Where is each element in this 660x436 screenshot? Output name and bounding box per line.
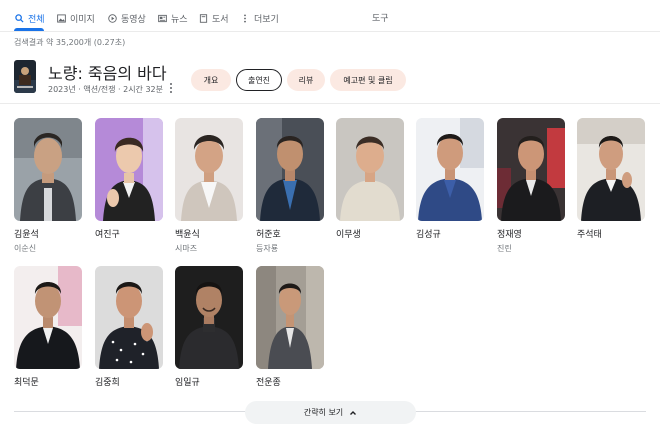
tab-books[interactable]: 도서 bbox=[198, 11, 229, 25]
actor-name: 김성규 bbox=[416, 230, 441, 240]
image-icon bbox=[56, 13, 66, 23]
actor-name: 허준호 bbox=[256, 230, 281, 240]
cast-card[interactable]: 김윤석 이순신 bbox=[14, 118, 82, 254]
tab-videos[interactable]: 동영상 bbox=[107, 11, 146, 25]
collapse-button[interactable]: 간략히 보기 bbox=[245, 401, 416, 424]
tab-news-label: 뉴스 bbox=[171, 14, 188, 25]
actor-name: 전운종 bbox=[256, 378, 281, 388]
more-options-icon[interactable] bbox=[168, 82, 174, 94]
chevron-up-icon bbox=[349, 409, 357, 417]
cast-card[interactable]: 김성규 bbox=[416, 118, 484, 243]
movie-meta: 2023년 · 액션/전쟁 · 2시간 32분 bbox=[48, 85, 164, 94]
actor-name: 정재영 bbox=[497, 230, 522, 240]
tools-button[interactable]: 도구 bbox=[372, 11, 389, 24]
tab-images[interactable]: 이미지 bbox=[56, 11, 95, 25]
actor-photo bbox=[497, 118, 565, 221]
cast-card[interactable]: 여진구 bbox=[95, 118, 163, 243]
cast-card[interactable]: 이무생 bbox=[336, 118, 404, 243]
video-icon bbox=[107, 13, 117, 23]
tab-images-label: 이미지 bbox=[70, 14, 95, 25]
actor-name: 임일규 bbox=[175, 378, 200, 388]
character-name: 등자룡 bbox=[256, 244, 279, 253]
cast-card[interactable]: 정재영 진린 bbox=[497, 118, 565, 254]
tab-all-label: 전체 bbox=[28, 14, 45, 25]
actor-name: 김중희 bbox=[95, 378, 120, 388]
tab-more-label: 더보기 bbox=[254, 14, 279, 25]
actor-name: 김윤석 bbox=[14, 230, 39, 240]
chip-trailers[interactable]: 예고편 및 클립 bbox=[330, 69, 406, 91]
character-name: 이순신 bbox=[14, 244, 37, 253]
tab-more[interactable]: 더보기 bbox=[240, 11, 279, 25]
actor-photo bbox=[14, 266, 82, 369]
actor-name: 백윤식 bbox=[175, 230, 200, 240]
tab-videos-label: 동영상 bbox=[121, 14, 146, 25]
cast-card[interactable]: 전운종 bbox=[256, 266, 324, 391]
book-icon bbox=[198, 13, 208, 23]
cast-card[interactable]: 임일규 bbox=[175, 266, 243, 391]
actor-photo bbox=[577, 118, 645, 221]
page-title: 노량: 죽음의 바다 bbox=[48, 64, 167, 83]
actor-name: 이무생 bbox=[336, 230, 361, 240]
chip-reviews[interactable]: 리뷰 bbox=[287, 69, 325, 91]
actor-photo bbox=[95, 118, 163, 221]
cast-card[interactable]: 주석태 bbox=[577, 118, 645, 243]
cast-card[interactable]: 허준호 등자룡 bbox=[256, 118, 324, 254]
actor-photo bbox=[416, 118, 484, 221]
actor-photo bbox=[256, 266, 324, 369]
character-name: 진린 bbox=[497, 244, 512, 253]
collapse-label: 간략히 보기 bbox=[303, 408, 344, 417]
more-vert-icon bbox=[240, 13, 250, 23]
actor-photo bbox=[336, 118, 404, 221]
chip-overview[interactable]: 개요 bbox=[191, 69, 231, 91]
cast-card[interactable]: 백윤식 시마즈 bbox=[175, 118, 243, 254]
actor-photo bbox=[256, 118, 324, 221]
news-icon bbox=[157, 13, 167, 23]
search-icon bbox=[14, 13, 24, 23]
cast-card[interactable]: 김중희 bbox=[95, 266, 163, 391]
actor-name: 최덕문 bbox=[14, 378, 39, 388]
tab-all[interactable]: 전체 bbox=[14, 11, 45, 25]
movie-poster[interactable] bbox=[14, 60, 36, 93]
actor-name: 여진구 bbox=[95, 230, 120, 240]
results-count: 검색결과 약 35,200개 (0.27초) bbox=[14, 38, 126, 47]
tab-books-label: 도서 bbox=[212, 14, 229, 25]
actor-name: 주석태 bbox=[577, 230, 602, 240]
tab-news[interactable]: 뉴스 bbox=[157, 11, 188, 25]
cast-card[interactable]: 최덕문 bbox=[14, 266, 82, 391]
actor-photo bbox=[175, 266, 243, 369]
divider bbox=[0, 31, 660, 32]
actor-photo bbox=[14, 118, 82, 221]
actor-photo bbox=[95, 266, 163, 369]
character-name: 시마즈 bbox=[175, 244, 198, 253]
search-tabs: 전체 이미지 동영상 뉴스 도서 더보기 도구 bbox=[0, 0, 660, 32]
actor-photo bbox=[175, 118, 243, 221]
divider bbox=[0, 103, 660, 104]
chip-cast[interactable]: 출연진 bbox=[236, 69, 282, 91]
